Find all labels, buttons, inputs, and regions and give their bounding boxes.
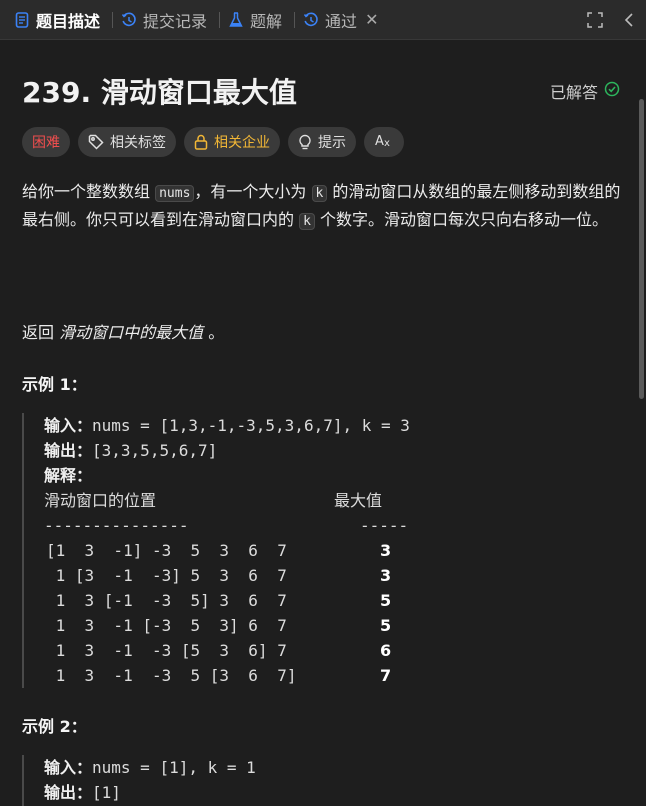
window-position: 1 3 [-1 -3 5] 3 6 7 [46, 591, 287, 610]
text: 返回 [22, 323, 60, 342]
tab-label: 题解 [250, 11, 283, 31]
table-row: 1 3 -1 -3 5 [3 6 7] 7 [44, 663, 410, 688]
example-2-title: 示例 2： [22, 717, 87, 736]
input-label: 输入： [44, 758, 93, 777]
title-row: 239. 滑动窗口最大值 已解答 [22, 71, 620, 111]
history-icon [121, 12, 137, 28]
output-label: 输出： [44, 441, 93, 460]
window-position: 1 3 -1 [-3 5 3] 6 7 [46, 616, 287, 635]
problem-content: 239. 滑动窗口最大值 已解答 困难 相关标签 相关企业 提示 A x 给你一… [0, 41, 646, 806]
window-max: 3 [380, 566, 392, 585]
tab-separator [294, 11, 296, 28]
output-value: [1] [92, 783, 121, 802]
page-title: 239. 滑动窗口最大值 [22, 76, 297, 109]
translate-button[interactable]: Ax [364, 127, 404, 157]
related-tags-label: 相关标签 [110, 135, 166, 151]
tab-separator [219, 11, 221, 28]
tab-solutions[interactable]: 题解 [228, 8, 282, 32]
emphasis-text: 滑动窗口中的最大值 [59, 323, 204, 342]
hint-button[interactable]: 提示 [288, 127, 356, 157]
text: 给你一个整数数组 [22, 182, 156, 201]
explain-label: 解释： [44, 466, 93, 485]
window-position: 1 [3 -1 -3] 5 3 6 7 [46, 566, 287, 585]
hint-label: 提示 [318, 135, 346, 151]
table-row: 1 3 [-1 -3 5] 3 6 7 5 [44, 588, 410, 613]
window-max: 3 [380, 541, 392, 560]
window-max: 5 [380, 616, 392, 635]
explain-rows: [1 3 -1] -3 5 3 6 7 3 1 [3 -1 -3] 5 3 6 7… [44, 538, 410, 688]
example-input: 输入：nums = [1], k = 1 [44, 755, 256, 780]
solved-status: 已解答 [550, 79, 620, 103]
history-icon [303, 12, 319, 28]
example-1-title: 示例 1： [22, 375, 87, 394]
tab-label: 题目描述 [36, 11, 101, 31]
text: ，有一个大小为 [194, 182, 312, 201]
explain-header: 滑动窗口的位置 最大值 [44, 488, 410, 513]
text: 个数字。滑动窗口每次只向右移动一位。 [314, 210, 609, 229]
collapse-icon[interactable] [616, 7, 642, 33]
svg-text:A: A [375, 134, 384, 148]
doc-icon [14, 11, 30, 28]
tab-label: 提交记录 [143, 11, 208, 31]
related-tags-button[interactable]: 相关标签 [78, 127, 176, 157]
related-companies-label: 相关企业 [214, 135, 270, 151]
tab-separator [112, 11, 114, 28]
lock-icon [194, 134, 208, 150]
table-row: 1 [3 -1 -3] 5 3 6 7 3 [44, 563, 410, 588]
input-label: 输入： [44, 416, 93, 435]
tab-description[interactable]: 题目描述 [14, 8, 100, 32]
table-row: 1 3 -1 -3 [5 3 6] 7 6 [44, 638, 410, 663]
output-value: [3,3,5,5,6,7] [92, 441, 218, 460]
table-row: [1 3 -1] -3 5 3 6 7 3 [44, 538, 410, 563]
problem-description: 给你一个整数数组 nums ，有一个大小为 k 的滑动窗口从数组的最左侧移动到数组… [22, 179, 622, 235]
fullscreen-icon[interactable] [582, 7, 608, 33]
dash-line: --------------- [44, 516, 189, 535]
inline-code: k [299, 213, 315, 230]
scrollbar[interactable] [639, 99, 644, 399]
translate-icon: Ax [374, 132, 394, 152]
output-label: 输出： [44, 783, 93, 802]
tag-icon [88, 134, 104, 150]
example-input: 输入：nums = [1,3,-1,-3,5,3,6,7], k = 3 [44, 413, 410, 438]
related-companies-button[interactable]: 相关企业 [184, 127, 280, 157]
bulb-icon [298, 134, 312, 150]
close-icon[interactable]: ✕ [365, 10, 378, 29]
window-max: 7 [380, 666, 392, 685]
example-1-block: 输入：nums = [1,3,-1,-3,5,3,6,7], k = 3 输出：… [22, 413, 410, 688]
description-paragraph: 给你一个整数数组 nums ，有一个大小为 k 的滑动窗口从数组的最左侧移动到数组… [22, 179, 622, 235]
difficulty-label: 困难 [32, 135, 60, 151]
explain-dashes: --------------- ----- [44, 513, 410, 538]
return-statement: 返回 滑动窗口中的最大值 。 [22, 319, 224, 343]
tab-label: 通过 [325, 11, 358, 31]
example-explain: 解释： [44, 463, 410, 488]
example-output: 输出：[3,3,5,5,6,7] [44, 438, 410, 463]
solved-label: 已解答 [549, 83, 598, 102]
tab-bar: 题目描述 提交记录 题解 通过 ✕ [0, 0, 646, 40]
tab-submissions[interactable]: 提交记录 [121, 8, 207, 32]
tag-row: 困难 相关标签 相关企业 提示 Ax [22, 127, 412, 157]
window-column-header: 滑动窗口的位置 [44, 491, 157, 510]
window-position: [1 3 -1] -3 5 3 6 7 [46, 541, 287, 560]
text: 。 [203, 323, 225, 342]
dash-line: ----- [360, 516, 409, 535]
inline-code: nums [155, 185, 195, 202]
example-output: 输出：[1] [44, 780, 256, 805]
input-value: nums = [1], k = 1 [92, 758, 256, 777]
tab-accepted[interactable]: 通过 ✕ [303, 8, 378, 32]
example-2-block: 输入：nums = [1], k = 1 输出：[1] [22, 755, 256, 806]
flask-icon [228, 11, 244, 28]
window-max: 6 [380, 641, 392, 660]
svg-text:x: x [384, 138, 390, 148]
max-column-header: 最大值 [334, 491, 383, 510]
window-max: 5 [380, 591, 392, 610]
inline-code: k [311, 185, 328, 202]
table-row: 1 3 -1 [-3 5 3] 6 7 5 [44, 613, 410, 638]
check-circle-icon [604, 81, 620, 101]
input-value: nums = [1,3,-1,-3,5,3,6,7], k = 3 [92, 416, 410, 435]
difficulty-badge: 困难 [22, 127, 70, 157]
window-position: 1 3 -1 -3 5 [3 6 7] [46, 666, 297, 685]
window-position: 1 3 -1 -3 [5 3 6] 7 [46, 641, 287, 660]
tabbar-actions [574, 0, 642, 40]
